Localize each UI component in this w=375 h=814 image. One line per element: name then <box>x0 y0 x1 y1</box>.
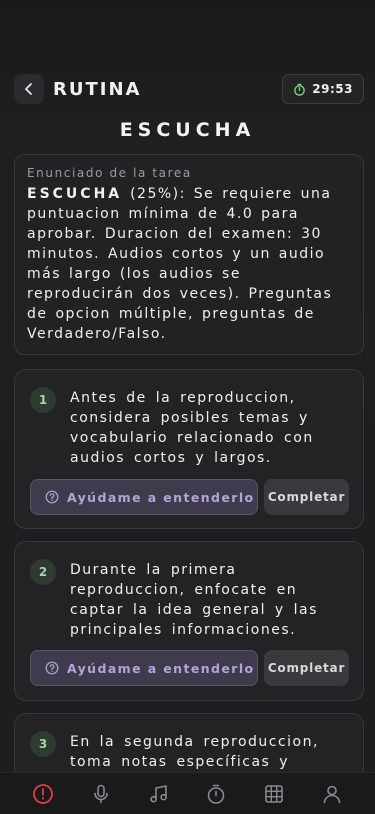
step-card: 1 Antes de la reproduccion, considera po… <box>14 369 364 529</box>
chevron-left-icon <box>25 83 32 95</box>
header: RUTINA 29:53 <box>14 74 364 104</box>
help-circle-icon <box>45 490 59 504</box>
page-title: RUTINA <box>53 78 142 100</box>
section-title: ESCUCHA <box>119 119 256 141</box>
step-text: Durante la primera reproduccion, enfocat… <box>70 562 318 638</box>
complete-button[interactable]: Completar <box>264 479 349 515</box>
help-me-understand-button[interactable]: Ayúdame a entenderlo <box>30 650 258 686</box>
complete-label: Completar <box>267 661 346 675</box>
task-body: (25%): Se requiere una puntuacion mínima… <box>27 186 333 342</box>
music-note-icon <box>149 784 167 803</box>
task-description-card: Enunciado de la tarea ESCUCHA (25%): Se … <box>14 154 364 355</box>
complete-button[interactable]: Completar <box>264 650 349 686</box>
complete-label: Completar <box>267 490 346 504</box>
step-number: 2 <box>30 559 56 585</box>
nav-item-grid[interactable] <box>254 774 294 814</box>
step-card: 2 Durante la primera reproduccion, enfoc… <box>14 541 364 701</box>
screen: RUTINA 29:53 ESCUCHA Enunciado de la tar… <box>0 0 375 814</box>
task-label: Enunciado de la tarea <box>27 166 192 180</box>
step-number: 1 <box>30 387 56 413</box>
task-text: ESCUCHA (25%): Se requiere una puntuacio… <box>27 184 351 344</box>
help-label: Ayúdame a entenderlo <box>67 489 255 505</box>
bottom-nav <box>0 772 375 814</box>
alert-circle-icon <box>33 783 53 804</box>
help-me-understand-button[interactable]: Ayúdame a entenderlo <box>30 479 258 515</box>
grid-icon <box>265 784 284 803</box>
timer-text: 29:53 <box>312 82 353 96</box>
help-circle-icon <box>45 661 59 675</box>
nav-item-alert[interactable] <box>23 774 63 814</box>
back-button[interactable] <box>14 74 44 104</box>
stopwatch-icon <box>294 83 306 96</box>
help-label: Ayúdame a entenderlo <box>67 660 255 676</box>
stopwatch-icon <box>208 784 225 804</box>
nav-item-profile[interactable] <box>312 774 352 814</box>
step-text: Antes de la reproduccion, considera posi… <box>70 390 314 466</box>
microphone-icon <box>93 784 108 803</box>
user-icon <box>323 785 341 803</box>
timer-badge: 29:53 <box>282 74 364 104</box>
nav-item-microphone[interactable] <box>81 774 121 814</box>
nav-item-timer[interactable] <box>196 774 236 814</box>
nav-item-music[interactable] <box>139 774 179 814</box>
step-text: En la segunda reproduccion, toma notas e… <box>70 734 319 770</box>
step-number: 3 <box>30 731 56 757</box>
task-bold-prefix: ESCUCHA <box>27 186 123 202</box>
